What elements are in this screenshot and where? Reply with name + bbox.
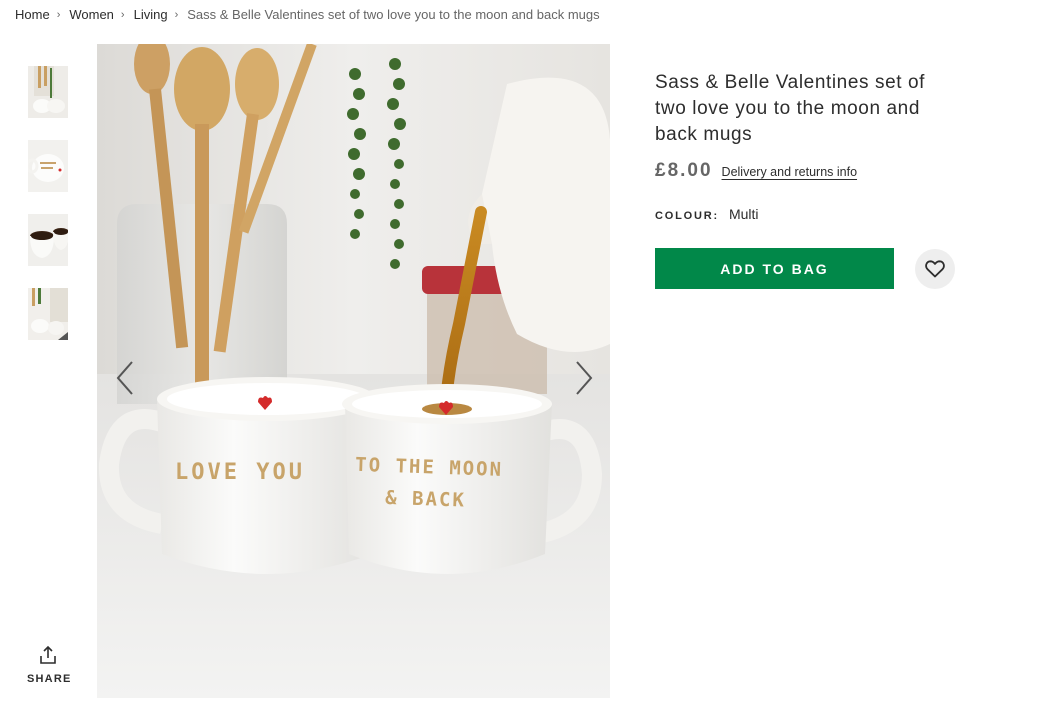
- share-icon: [40, 645, 56, 664]
- breadcrumb: Home › Women › Living › Sass & Belle Val…: [15, 7, 600, 22]
- save-for-later-button[interactable]: [915, 248, 955, 289]
- breadcrumb-separator: ›: [174, 8, 179, 21]
- product-title: Sass & Belle Valentines set of two love …: [655, 72, 926, 145]
- next-image-button[interactable]: [572, 360, 596, 396]
- chevron-right-icon: [576, 361, 593, 395]
- share-button[interactable]: SHARE: [27, 645, 72, 687]
- action-row: ADD TO BAG: [655, 248, 955, 289]
- breadcrumb-separator: ›: [120, 8, 125, 21]
- breadcrumb-home[interactable]: Home: [15, 7, 50, 22]
- colour-label: COLOUR:: [655, 210, 719, 222]
- thumbnail-2[interactable]: [28, 140, 68, 192]
- heart-outline-icon: [925, 259, 945, 277]
- breadcrumb-women[interactable]: Women: [69, 7, 114, 22]
- main-product-image[interactable]: LOVE YOU TO THE MOON & BACK: [97, 44, 610, 698]
- thumbnail-4[interactable]: [28, 288, 68, 340]
- thumbnail-3[interactable]: [28, 214, 68, 266]
- delivery-returns-link[interactable]: Delivery and returns info: [722, 165, 857, 179]
- product-price: £8.00: [655, 160, 713, 181]
- mug-left-text: LOVE YOU: [175, 460, 305, 485]
- colour-row: COLOUR: Multi: [655, 206, 955, 222]
- breadcrumb-separator: ›: [56, 8, 61, 21]
- previous-image-button[interactable]: [113, 360, 137, 396]
- product-photo: LOVE YOU TO THE MOON & BACK: [97, 44, 610, 698]
- chevron-left-icon: [116, 361, 133, 395]
- product-details: Sass & Belle Valentines set of two love …: [655, 70, 955, 289]
- breadcrumb-current: Sass & Belle Valentines set of two love …: [187, 7, 600, 22]
- colour-value: Multi: [728, 206, 759, 222]
- thumbnail-list: [28, 66, 68, 362]
- mug-right-text-line2: & BACK: [385, 487, 466, 512]
- price-row: £8.00 Delivery and returns info: [655, 160, 955, 182]
- breadcrumb-living[interactable]: Living: [134, 7, 168, 22]
- share-label: SHARE: [27, 673, 72, 685]
- add-to-bag-button[interactable]: ADD TO BAG: [655, 248, 894, 289]
- thumbnail-1[interactable]: [28, 66, 68, 118]
